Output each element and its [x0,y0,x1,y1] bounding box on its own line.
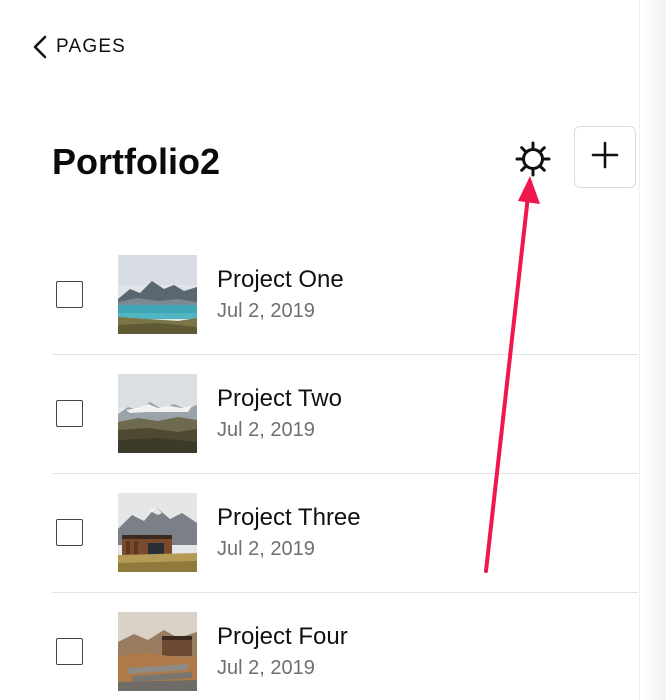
item-title: Project Three [217,504,361,531]
back-link-label: PAGES [56,36,127,57]
back-to-pages-link[interactable]: PAGES [32,30,126,64]
thumbnail-image[interactable] [118,374,197,453]
item-text[interactable]: Project Three Jul 2, 2019 [217,503,361,563]
list-item[interactable]: Project One Jul 2, 2019 [52,236,638,355]
item-date: Jul 2, 2019 [217,657,315,679]
item-date: Jul 2, 2019 [217,300,315,322]
item-text[interactable]: Project Four Jul 2, 2019 [217,622,348,682]
item-title: Project Four [217,623,348,650]
select-checkbox[interactable] [56,400,83,427]
plus-icon [591,141,619,174]
add-page-button[interactable] [574,126,636,188]
thumbnail-image[interactable] [118,493,197,572]
select-checkbox[interactable] [56,281,83,308]
settings-button[interactable] [512,140,554,182]
chevron-left-icon [32,35,48,59]
list-item[interactable]: Project Three Jul 2, 2019 [52,474,638,593]
select-checkbox[interactable] [56,519,83,546]
item-text[interactable]: Project Two Jul 2, 2019 [217,384,342,444]
item-date: Jul 2, 2019 [217,419,315,441]
list-item[interactable]: Project Four Jul 2, 2019 [52,593,638,700]
item-text[interactable]: Project One Jul 2, 2019 [217,265,344,325]
select-checkbox[interactable] [56,638,83,665]
thumbnail-image[interactable] [118,612,197,691]
pages-panel: PAGES Portfolio2 Project One Jul 2, 2019… [0,0,666,700]
gear-icon [514,140,552,183]
list-item[interactable]: Project Two Jul 2, 2019 [52,355,638,474]
page-list: Project One Jul 2, 2019 Project Two Jul … [52,236,638,700]
item-title: Project Two [217,385,342,412]
item-date: Jul 2, 2019 [217,538,315,560]
item-title: Project One [217,266,344,293]
panel-edge-shadow [639,0,666,700]
page-title: Portfolio2 [52,141,220,182]
thumbnail-image[interactable] [118,255,197,334]
